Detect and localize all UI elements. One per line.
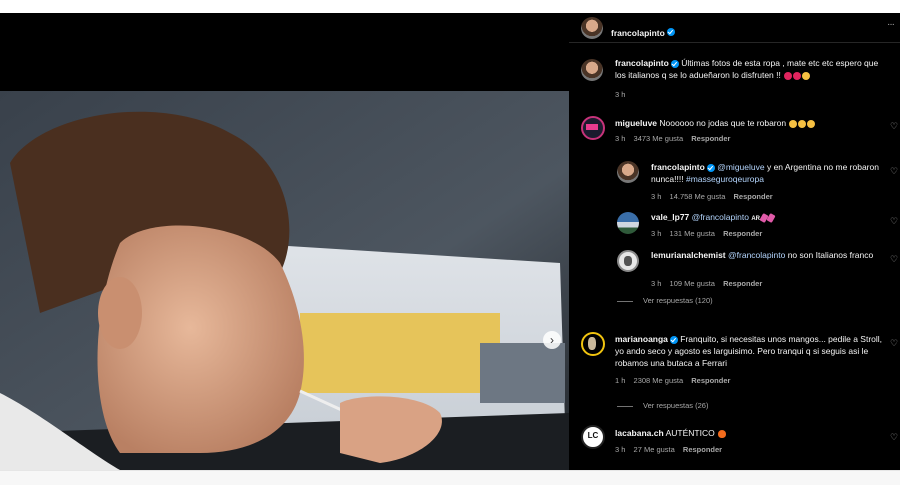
- heart-icon[interactable]: ♡: [890, 167, 898, 176]
- mention-link[interactable]: @migueluve: [717, 162, 764, 172]
- reply-meta: 3 h 14.758 Me gusta Responder: [651, 192, 779, 201]
- comment-likes[interactable]: 27 Me gusta: [634, 445, 675, 454]
- comments-panel: francolapinto ··· francolapinto Últimas …: [569, 13, 900, 470]
- comment: migueluve Noooooo no jodas que te robaro…: [615, 117, 885, 129]
- comment-username[interactable]: migueluve: [615, 118, 657, 128]
- view-replies-label: Ver respuestas (120): [643, 296, 713, 305]
- heart-icon[interactable]: ♡: [890, 433, 898, 442]
- caption-avatar[interactable]: [581, 59, 603, 81]
- comment-time: 3 h: [615, 445, 626, 454]
- comment-likes[interactable]: 3473 Me gusta: [634, 134, 684, 143]
- reply-avatar[interactable]: [617, 161, 639, 183]
- more-options-icon[interactable]: ···: [887, 19, 895, 30]
- reply-button[interactable]: Responder: [723, 229, 762, 238]
- post-header: francolapinto ···: [569, 13, 900, 43]
- reply-meta: 3 h 131 Me gusta Responder: [651, 229, 768, 238]
- reply-likes[interactable]: 131 Me gusta: [670, 229, 715, 238]
- author-username[interactable]: francolapinto: [611, 28, 665, 38]
- reply-text: no son Italianos franco: [787, 250, 874, 260]
- hashtag-link[interactable]: #masseguroqeuropa: [686, 174, 764, 184]
- reply-button[interactable]: Responder: [691, 134, 730, 143]
- emoji-icon: [802, 71, 811, 80]
- heart-icon[interactable]: ♡: [890, 122, 898, 131]
- view-replies-button[interactable]: Ver respuestas (26): [617, 401, 708, 410]
- reply-time: 3 h: [651, 229, 662, 238]
- author-avatar[interactable]: [581, 17, 603, 39]
- post-modal: › francolapinto ··· francolapinto Última…: [0, 13, 900, 470]
- next-photo-button[interactable]: ›: [543, 331, 561, 349]
- mention-link[interactable]: @francolapinto: [692, 212, 749, 222]
- comment-username[interactable]: lacabana.ch: [615, 428, 664, 438]
- reply-time: 3 h: [651, 192, 662, 201]
- comment-likes[interactable]: 2308 Me gusta: [634, 376, 684, 385]
- reply-button[interactable]: Responder: [734, 192, 773, 201]
- emoji-icon: [784, 71, 793, 80]
- caption-meta: 3 h: [615, 90, 631, 99]
- caption-time: 3 h: [615, 90, 626, 99]
- comment-meta: 3 h 27 Me gusta Responder: [615, 445, 728, 454]
- caption: francolapinto Últimas fotos de esta ropa…: [615, 57, 891, 81]
- author-name-wrap: francolapinto: [611, 23, 675, 41]
- divider-line: [617, 300, 633, 302]
- verified-badge-icon: [670, 59, 679, 68]
- commenter-avatar[interactable]: [581, 116, 605, 140]
- emoji-icon: [766, 212, 776, 223]
- reply-time: 3 h: [651, 279, 662, 288]
- view-replies-button[interactable]: Ver respuestas (120): [617, 296, 713, 305]
- emoji-icon: [807, 119, 816, 128]
- reply-meta: 3 h 109 Me gusta Responder: [651, 279, 768, 288]
- reply-button[interactable]: Responder: [683, 445, 722, 454]
- reply-avatar[interactable]: [617, 250, 639, 272]
- comment-time: 1 h: [615, 376, 626, 385]
- post-photo[interactable]: ›: [0, 13, 569, 470]
- verified-badge-icon: [669, 335, 678, 344]
- verified-badge-icon: [706, 163, 715, 172]
- reply-button[interactable]: Responder: [691, 376, 730, 385]
- comment: marianoanga Franquito, si necesitas unos…: [615, 333, 885, 369]
- reply: francolapinto @migueluve y en Argentina …: [651, 161, 887, 185]
- chevron-right-icon: ›: [550, 333, 554, 347]
- reply-likes[interactable]: 109 Me gusta: [670, 279, 715, 288]
- emoji-icon: [798, 119, 807, 128]
- reply-likes[interactable]: 14.758 Me gusta: [670, 192, 726, 201]
- emoji-icon: [793, 71, 802, 80]
- fire-emoji-icon: [718, 429, 727, 438]
- reply: vale_lp77 @francolapinto AR: [651, 211, 887, 225]
- mention-link[interactable]: @francolapinto: [728, 250, 785, 260]
- page-bottom-bar: [0, 470, 900, 485]
- comment-meta: 3 h 3473 Me gusta Responder: [615, 134, 736, 143]
- heart-icon[interactable]: ♡: [890, 339, 898, 348]
- reply-username[interactable]: francolapinto: [651, 162, 705, 172]
- divider-line: [617, 405, 633, 407]
- verified-badge-icon: [666, 27, 675, 36]
- comment-time: 3 h: [615, 134, 626, 143]
- reply: lemurianalchemist @francolapinto no son …: [651, 249, 887, 261]
- reply-username[interactable]: vale_lp77: [651, 212, 689, 222]
- heart-icon[interactable]: ♡: [890, 255, 898, 264]
- reply-button[interactable]: Responder: [723, 279, 762, 288]
- comment: lacabana.ch AUTÉNTICO: [615, 427, 885, 439]
- comment-meta: 1 h 2308 Me gusta Responder: [615, 376, 736, 385]
- comment-text: Noooooo no jodas que te robaron: [659, 118, 787, 128]
- comment-text: AUTÉNTICO: [665, 428, 715, 438]
- caption-username[interactable]: francolapinto: [615, 58, 669, 68]
- view-replies-label: Ver respuestas (26): [643, 401, 709, 410]
- commenter-avatar[interactable]: LC: [581, 425, 605, 449]
- emoji-icon: [789, 119, 798, 128]
- reply-username[interactable]: lemurianalchemist: [651, 250, 726, 260]
- heart-icon[interactable]: ♡: [890, 217, 898, 226]
- comment-username[interactable]: marianoanga: [615, 334, 668, 344]
- commenter-avatar[interactable]: [581, 332, 605, 356]
- photo-illustration: [0, 13, 569, 470]
- reply-avatar[interactable]: [617, 212, 639, 234]
